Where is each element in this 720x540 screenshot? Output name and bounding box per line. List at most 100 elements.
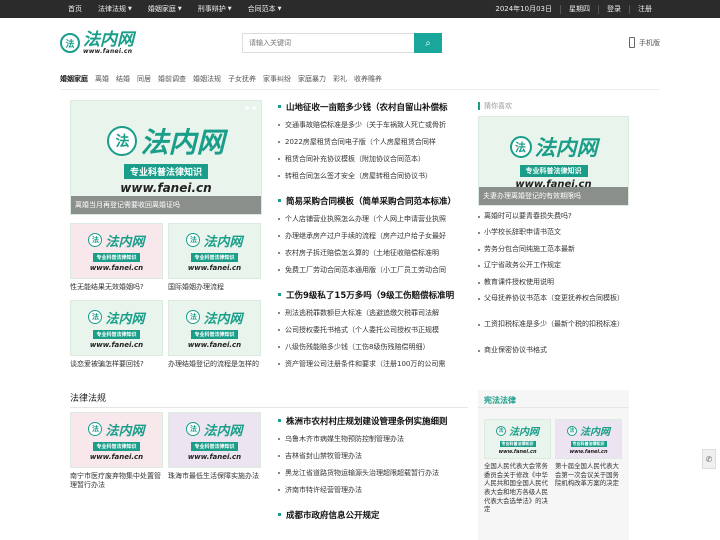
news-item[interactable]: 农村房子拆迁赔偿怎么算的（土地征收赔偿标准明: [278, 244, 468, 261]
register-link[interactable]: 注册: [630, 0, 660, 18]
site-logo[interactable]: 法 法内网 www.fanei.cn: [60, 31, 230, 55]
article-card[interactable]: 法法内网 专业科普法律知识 www.fanei.cn 性无能结果无效婚姻吗?: [70, 223, 163, 292]
thumb-logo-name: 法内网: [203, 423, 243, 439]
thumb-slogan: 专业科普法律知识: [519, 165, 588, 177]
article-title[interactable]: 南宁市医疗废弃物集中处置管理暂行办法: [70, 472, 163, 491]
sidebar-item[interactable]: 教育课件授权使用说明: [478, 278, 629, 294]
article-thumbnail[interactable]: 法法内网 专业科普法律知识 www.fanei.cn: [168, 300, 261, 356]
chevron-down-icon: ▼: [177, 6, 182, 12]
category-marriage-family[interactable]: 婚姻家庭: [60, 74, 88, 84]
news-item[interactable]: 黑龙江省道路货物运输源头治理超限超载暂行办法: [278, 464, 468, 481]
article-card[interactable]: 法法内网 专业科普法律知识 www.fanei.cn 办理结婚登记的流程是怎样的: [168, 300, 261, 369]
news-list: 山地征收一亩赔多少钱（农村自留山补偿标 交通事故赔偿标准是多少（关于车祸致人死亡…: [278, 100, 468, 382]
search-button[interactable]: ⌕: [414, 33, 442, 53]
news-item[interactable]: 交通事故赔偿标准是多少（关于车祸致人死亡或骨折: [278, 116, 468, 133]
article-thumbnail[interactable]: 法法内网 专业科普法律知识 www.fanei.cn: [168, 412, 261, 468]
top-nav-criminal[interactable]: 刑事辩护 ▼: [190, 0, 240, 18]
article-card[interactable]: 法法内网 专业科普法律知识 www.fanei.cn 国际婚姻办理流程: [168, 223, 261, 292]
thumb-url: www.fanei.cn: [120, 180, 212, 195]
thumb-logo-name: 法内网: [203, 234, 243, 250]
news-item[interactable]: 吉林省封山禁牧管理办法: [278, 447, 468, 464]
featured-slide[interactable]: 法 法内网 专业科普法律知识 www.fanei.cn 离婚当月再登记需要收回离…: [70, 100, 262, 215]
article-thumbnail[interactable]: 法法内网 专业科普法律知识 www.fanei.cn: [555, 419, 622, 459]
news-block: 工伤9级私了15万多吗（9级工伤赔偿标准明 刑法逃税罪数额巨大标准（逃避追缴欠税…: [278, 288, 468, 372]
sidebar-item[interactable]: 离婚时可以要青春损失费吗?: [478, 212, 629, 228]
sidebar-item[interactable]: 父母抚养协议书范本（变更抚养权合同模板）: [478, 294, 629, 320]
category-premarital[interactable]: 婚前调查: [158, 74, 186, 84]
search-icon: ⌕: [425, 37, 431, 49]
sidebar-item[interactable]: 商业保密协议书格式: [478, 346, 629, 362]
phone-icon: [629, 37, 635, 48]
article-thumbnail[interactable]: 法法内网 专业科普法律知识 www.fanei.cn: [484, 419, 551, 459]
category-domestic-violence[interactable]: 家庭暴力: [298, 74, 326, 84]
news-block: 简易采购合同模板（简单采购合同范本标准） 个人店铺营业执照怎么办理（个人网上申请…: [278, 194, 468, 278]
floating-phone-button[interactable]: ✆: [702, 449, 716, 469]
featured-caption[interactable]: 离婚当月再登记需要收回离婚证吗: [71, 196, 261, 214]
section-title-laws[interactable]: 法律法规: [70, 389, 106, 405]
news-headline[interactable]: 成都市政府信息公开规定: [278, 508, 468, 521]
news-item[interactable]: 八级伤残能赔多少钱（工伤8级伤残赔偿明细）: [278, 338, 468, 355]
category-marriage[interactable]: 结婚: [116, 74, 130, 84]
news-item[interactable]: 2022房屋租赁合同电子版（个人房屋租赁合同样: [278, 133, 468, 150]
news-item[interactable]: 刑法逃税罪数额巨大标准（逃避追缴欠税罪司法解: [278, 304, 468, 321]
sidebar-item[interactable]: 工资扣税标准是多少（最新个税的扣税标准）: [478, 320, 629, 346]
news-item[interactable]: 济南市特许经营管理办法: [278, 481, 468, 498]
article-title[interactable]: 国际婚姻办理流程: [168, 283, 261, 292]
article-title[interactable]: 珠海市最低生活保障实施办法: [168, 472, 261, 481]
article-title[interactable]: 性无能结果无效婚姻吗?: [70, 283, 163, 292]
category-marriage-law[interactable]: 婚姻法规: [193, 74, 221, 84]
article-thumbnail[interactable]: 法法内网 专业科普法律知识 www.fanei.cn: [70, 300, 163, 356]
login-link[interactable]: 登录: [599, 0, 629, 18]
article-title[interactable]: 办理结婚登记的流程是怎样的: [168, 360, 261, 369]
article-card[interactable]: 法法内网 专业科普法律知识 www.fanei.cn 第十届全国人民代表大会第一…: [555, 419, 622, 488]
slide-dot[interactable]: [245, 106, 249, 110]
article-card[interactable]: 法法内网 专业科普法律知识 www.fanei.cn 珠海市最低生活保障实施办法: [168, 412, 261, 481]
thumb-url: www.fanei.cn: [569, 449, 608, 455]
news-item[interactable]: 资产管理公司注册条件和要求（注册100万的公司需: [278, 355, 468, 372]
news-headline[interactable]: 株洲市农村村庄规划建设管理条例实施细则: [278, 414, 468, 427]
sidebar-item[interactable]: 劳务分包合同纯施工范本最新: [478, 245, 629, 261]
sidebar-featured-caption[interactable]: 夫妻办理离婚登记的有效期限吗: [479, 187, 628, 205]
thumb-slogan: 专业科普法律知识: [93, 329, 140, 339]
category-child-support[interactable]: 子女抚养: [228, 74, 256, 84]
sidebar-item[interactable]: 辽宁省政务公开工作规定: [478, 261, 629, 277]
sidebar-item[interactable]: 小学校长辞职申请书范文: [478, 228, 629, 244]
category-divorce[interactable]: 离婚: [95, 74, 109, 84]
article-card[interactable]: 法法内网 专业科普法律知识 www.fanei.cn 全国人民代表大会常务委员会…: [484, 419, 551, 514]
news-item[interactable]: 乌鲁木齐市病媒生物预防控制管理办法: [278, 430, 468, 447]
news-item[interactable]: 办理继承房产过户手续的流程（房产过户给子女最好: [278, 227, 468, 244]
article-card[interactable]: 法法内网 专业科普法律知识 www.fanei.cn 谈恋爱被骗怎样要回钱?: [70, 300, 163, 369]
category-cohabitation[interactable]: 同居: [137, 74, 151, 84]
top-nav-marriage[interactable]: 婚姻家庭 ▼: [140, 0, 190, 18]
logo-badge-icon: 法: [186, 310, 201, 324]
constitution-box-title[interactable]: 宪法法律: [478, 390, 629, 408]
news-item[interactable]: 公司授权委托书格式（个人委托公司授权书正规模: [278, 321, 468, 338]
top-nav-contracts[interactable]: 合同范本 ▼: [240, 0, 290, 18]
slide-dot[interactable]: [252, 106, 256, 110]
article-title[interactable]: 全国人民代表大会常务委员会关于修改《中华人民共和国全国人民代表大会和地方各级人民…: [484, 462, 551, 514]
news-headline[interactable]: 简易采购合同模板（简单采购合同范本标准）: [278, 194, 468, 207]
article-thumbnail[interactable]: 法法内网 专业科普法律知识 www.fanei.cn: [70, 223, 163, 279]
category-adoption[interactable]: 收养赡养: [354, 74, 382, 84]
top-nav-home[interactable]: 首页: [60, 0, 90, 18]
chevron-down-icon: ▼: [277, 6, 282, 12]
mobile-version-link[interactable]: 手机版: [629, 37, 660, 48]
category-family-dispute[interactable]: 家事纠纷: [263, 74, 291, 84]
article-thumbnail[interactable]: 法法内网 专业科普法律知识 www.fanei.cn: [168, 223, 261, 279]
news-headline[interactable]: 工伤9级私了15万多吗（9级工伤赔偿标准明: [278, 288, 468, 301]
article-title[interactable]: 谈恋爱被骗怎样要回钱?: [70, 360, 163, 369]
search-input[interactable]: [242, 33, 414, 53]
news-headline[interactable]: 山地征收一亩赔多少钱（农村自留山补偿标: [278, 100, 468, 113]
top-nav-laws[interactable]: 法律法规 ▼: [90, 0, 140, 18]
thumb-slogan: 专业科普法律知识: [93, 441, 140, 451]
news-item[interactable]: 租赁合同补充协议模板（附加协议合同范本）: [278, 150, 468, 167]
news-item[interactable]: 免费工厂劳动合同范本通用版（小工厂员工劳动合同: [278, 261, 468, 278]
category-betrothal-gift[interactable]: 彩礼: [333, 74, 347, 84]
sidebar-featured-thumbnail[interactable]: 法法内网 专业科普法律知识 www.fanei.cn 夫妻办理离婚登记的有效期限…: [478, 116, 629, 206]
article-card[interactable]: 法法内网 专业科普法律知识 www.fanei.cn 南宁市医疗废弃物集中处置管…: [70, 412, 163, 491]
news-item[interactable]: 转租合同怎么签才安全（房屋转租合同协议书）: [278, 167, 468, 184]
article-title[interactable]: 第十届全国人民代表大会第一次会议关于国务院机构改革方案的决定: [555, 462, 622, 488]
article-thumbnail[interactable]: 法法内网 专业科普法律知识 www.fanei.cn: [70, 412, 163, 468]
news-item[interactable]: 个人店铺营业执照怎么办理（个人网上申请营业执照: [278, 210, 468, 227]
logo-badge-icon: 法: [496, 425, 506, 436]
